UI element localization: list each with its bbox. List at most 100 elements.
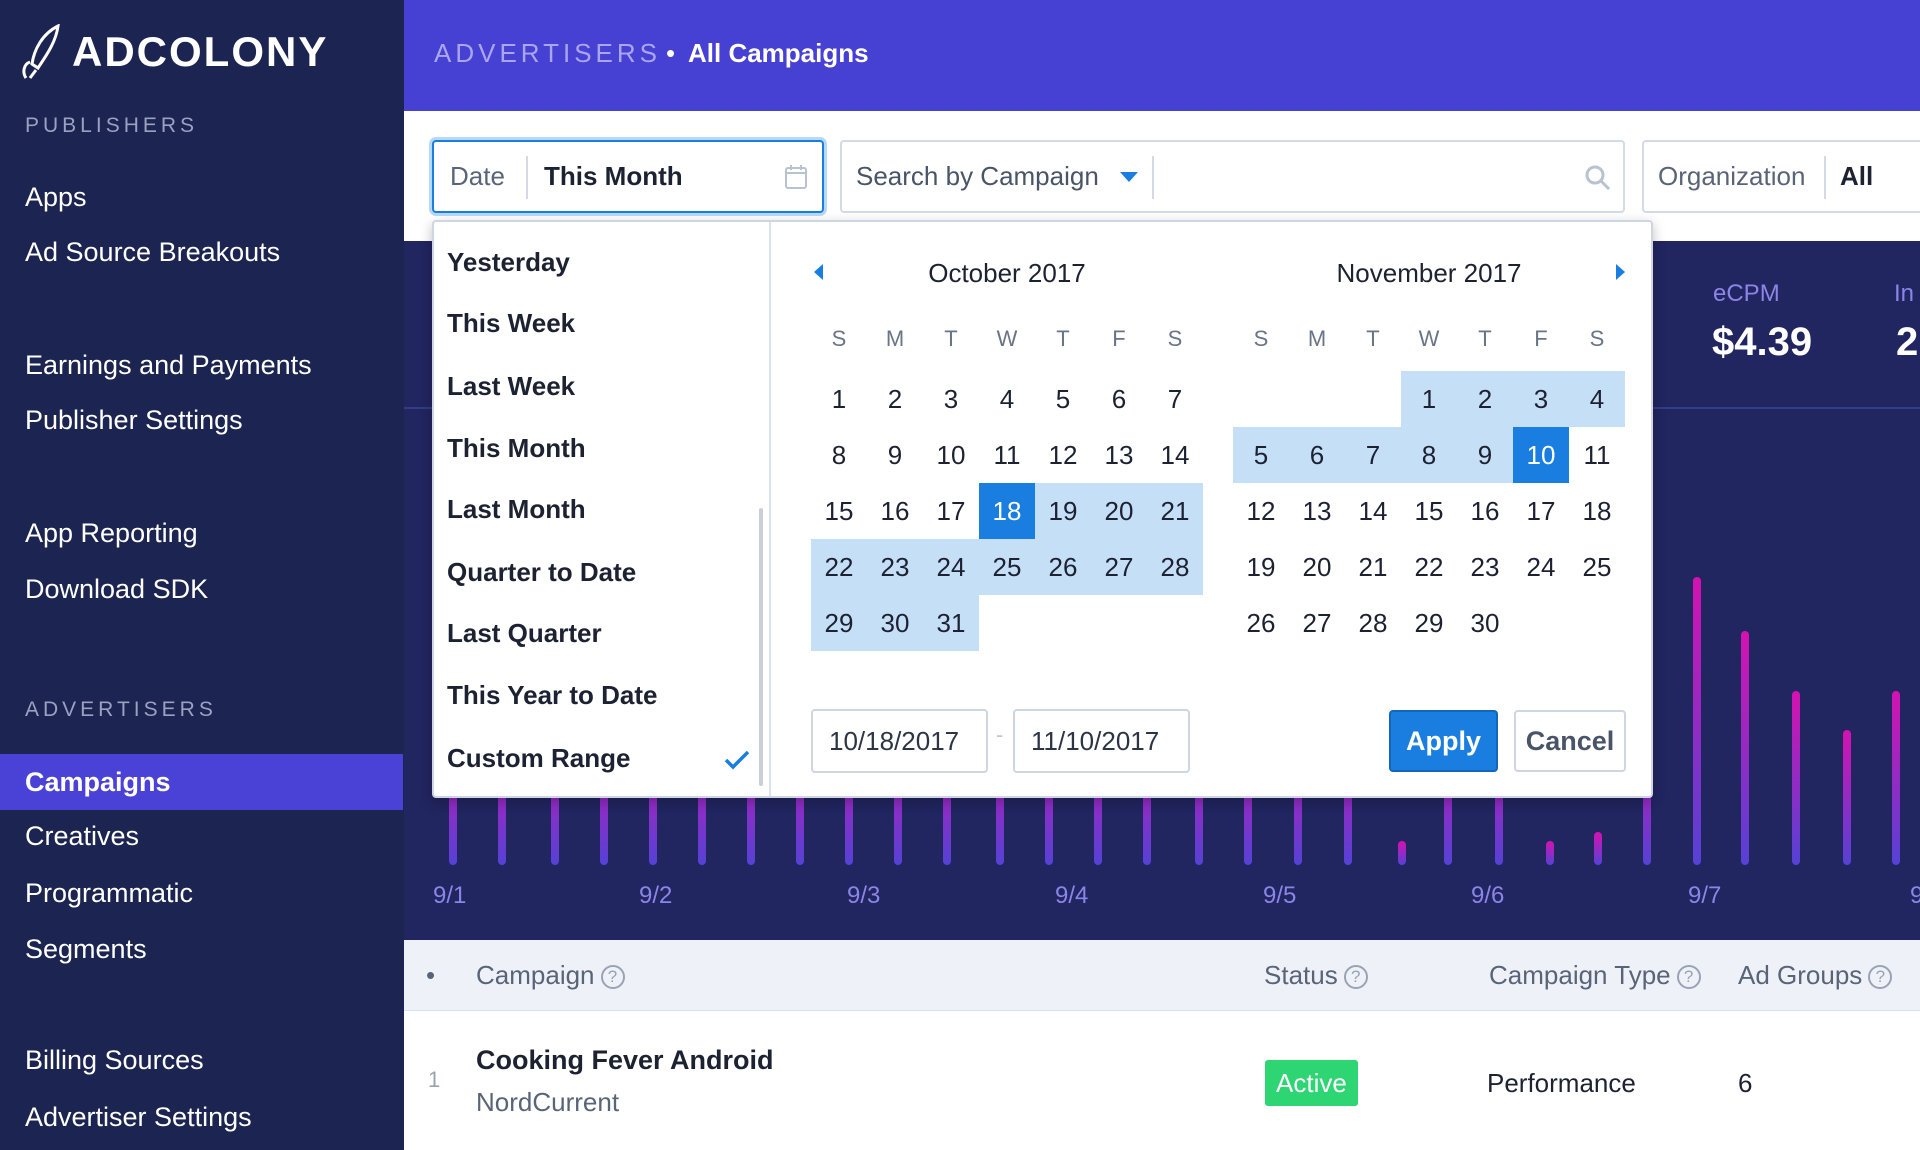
calendar-day[interactable]: 27 xyxy=(1091,539,1147,595)
calendar-day[interactable]: 27 xyxy=(1289,595,1345,651)
preset-option[interactable]: Custom Range xyxy=(447,743,630,774)
calendar-day[interactable]: 1 xyxy=(1401,371,1457,427)
organization-filter[interactable]: Organization All xyxy=(1642,140,1920,213)
sidebar-item-programmatic[interactable]: Programmatic xyxy=(0,865,404,921)
search-icon[interactable] xyxy=(1584,164,1612,192)
adcolony-logo[interactable]: ADCOLONY xyxy=(22,22,328,82)
calendar-day[interactable]: 11 xyxy=(1569,427,1625,483)
calendar-day[interactable]: 19 xyxy=(1233,539,1289,595)
calendar-day[interactable]: 16 xyxy=(867,483,923,539)
calendar-day[interactable]: 23 xyxy=(1457,539,1513,595)
column-status[interactable]: Status? xyxy=(1264,940,1368,1011)
calendar-day[interactable]: 26 xyxy=(1035,539,1091,595)
calendar-day[interactable]: 14 xyxy=(1147,427,1203,483)
calendar-day[interactable]: 30 xyxy=(1457,595,1513,651)
calendar-day[interactable]: 21 xyxy=(1147,483,1203,539)
calendar-day[interactable]: 5 xyxy=(1233,427,1289,483)
end-date-input[interactable]: 11/10/2017 xyxy=(1013,709,1190,773)
breadcrumb-section[interactable]: ADVERTISERS xyxy=(434,38,661,69)
sidebar-item-billing-sources[interactable]: Billing Sources xyxy=(0,1032,404,1088)
column-select[interactable]: • xyxy=(426,940,435,1011)
calendar-day[interactable]: 15 xyxy=(1401,483,1457,539)
calendar-day[interactable]: 29 xyxy=(1401,595,1457,651)
calendar-day[interactable]: 2 xyxy=(867,371,923,427)
apply-button[interactable]: Apply xyxy=(1389,710,1498,772)
preset-option[interactable]: Last Week xyxy=(447,371,575,402)
presets-scrollbar[interactable] xyxy=(759,508,763,786)
calendar-day[interactable]: 31 xyxy=(923,595,979,651)
calendar-day[interactable]: 26 xyxy=(1233,595,1289,651)
calendar-day[interactable]: 28 xyxy=(1345,595,1401,651)
calendar-day[interactable]: 25 xyxy=(979,539,1035,595)
help-icon[interactable]: ? xyxy=(1676,965,1701,989)
sidebar-item-publisher-settings[interactable]: Publisher Settings xyxy=(0,392,404,448)
calendar-day[interactable]: 14 xyxy=(1345,483,1401,539)
calendar-day[interactable]: 24 xyxy=(1513,539,1569,595)
calendar-day[interactable]: 2 xyxy=(1457,371,1513,427)
calendar-day[interactable]: 3 xyxy=(1513,371,1569,427)
calendar-day[interactable]: 4 xyxy=(979,371,1035,427)
column-ad-groups[interactable]: Ad Groups? xyxy=(1738,940,1893,1011)
calendar-day[interactable]: 3 xyxy=(923,371,979,427)
calendar-day[interactable]: 12 xyxy=(1233,483,1289,539)
calendar-day[interactable]: 6 xyxy=(1289,427,1345,483)
calendar-day[interactable]: 9 xyxy=(1457,427,1513,483)
preset-option[interactable]: Last Month xyxy=(447,494,586,525)
calendar-day[interactable]: 6 xyxy=(1091,371,1147,427)
column-campaign[interactable]: Campaign? xyxy=(476,940,625,1011)
calendar-day[interactable]: 25 xyxy=(1569,539,1625,595)
preset-option[interactable]: This Month xyxy=(447,433,586,464)
sidebar-item-advertiser-settings[interactable]: Advertiser Settings xyxy=(0,1089,404,1145)
calendar-day[interactable]: 8 xyxy=(811,427,867,483)
calendar-day[interactable]: 17 xyxy=(923,483,979,539)
preset-option[interactable]: Last Quarter xyxy=(447,618,602,649)
preset-option[interactable]: This Year to Date xyxy=(447,680,658,711)
calendar-day[interactable]: 16 xyxy=(1457,483,1513,539)
calendar-day[interactable]: 5 xyxy=(1035,371,1091,427)
calendar-day[interactable]: 13 xyxy=(1091,427,1147,483)
sidebar-item-download-sdk[interactable]: Download SDK xyxy=(0,561,404,617)
calendar-day[interactable]: 4 xyxy=(1569,371,1625,427)
sidebar-item-app-reporting[interactable]: App Reporting xyxy=(0,505,404,561)
search-type-dropdown[interactable]: Search by Campaign xyxy=(856,142,1099,211)
calendar-day[interactable]: 23 xyxy=(867,539,923,595)
calendar-day[interactable]: 10 xyxy=(1513,427,1569,483)
calendar-day[interactable]: 20 xyxy=(1289,539,1345,595)
preset-option[interactable]: Yesterday xyxy=(447,247,570,278)
sidebar-item-earnings[interactable]: Earnings and Payments xyxy=(0,337,404,393)
help-icon[interactable]: ? xyxy=(1343,965,1368,989)
calendar-day[interactable]: 13 xyxy=(1289,483,1345,539)
search-input[interactable] xyxy=(1162,150,1562,202)
sidebar-item-ad-source-breakouts[interactable]: Ad Source Breakouts xyxy=(0,224,404,280)
help-icon[interactable]: ? xyxy=(600,965,625,989)
calendar-day[interactable]: 21 xyxy=(1345,539,1401,595)
calendar-day[interactable]: 17 xyxy=(1513,483,1569,539)
date-filter[interactable]: Date This Month xyxy=(432,140,824,213)
help-icon[interactable]: ? xyxy=(1868,965,1893,989)
calendar-day[interactable]: 11 xyxy=(979,427,1035,483)
calendar-day[interactable]: 30 xyxy=(867,595,923,651)
calendar-day[interactable]: 19 xyxy=(1035,483,1091,539)
calendar-day[interactable]: 20 xyxy=(1091,483,1147,539)
calendar-day[interactable]: 22 xyxy=(1401,539,1457,595)
sidebar-item-creatives[interactable]: Creatives xyxy=(0,808,404,864)
calendar-day[interactable]: 22 xyxy=(811,539,867,595)
sidebar-item-campaigns[interactable]: Campaigns xyxy=(0,754,403,810)
calendar-day[interactable]: 7 xyxy=(1345,427,1401,483)
calendar-day[interactable]: 1 xyxy=(811,371,867,427)
search-box[interactable]: Search by Campaign xyxy=(840,140,1625,213)
calendar-day[interactable]: 28 xyxy=(1147,539,1203,595)
preset-option[interactable]: Quarter to Date xyxy=(447,557,636,588)
calendar-day[interactable]: 7 xyxy=(1147,371,1203,427)
sidebar-item-segments[interactable]: Segments xyxy=(0,921,404,977)
campaign-name[interactable]: Cooking Fever Android xyxy=(476,1045,774,1076)
column-campaign-type[interactable]: Campaign Type? xyxy=(1489,940,1701,1011)
sidebar-item-apps[interactable]: Apps xyxy=(0,169,404,225)
calendar-day[interactable]: 9 xyxy=(867,427,923,483)
preset-option[interactable]: This Week xyxy=(447,308,575,339)
calendar-day[interactable]: 12 xyxy=(1035,427,1091,483)
start-date-input[interactable]: 10/18/2017 xyxy=(811,709,988,773)
calendar-day[interactable]: 29 xyxy=(811,595,867,651)
calendar-day[interactable]: 18 xyxy=(1569,483,1625,539)
table-row[interactable]: 1 Cooking Fever Android NordCurrent Acti… xyxy=(404,1011,1920,1150)
